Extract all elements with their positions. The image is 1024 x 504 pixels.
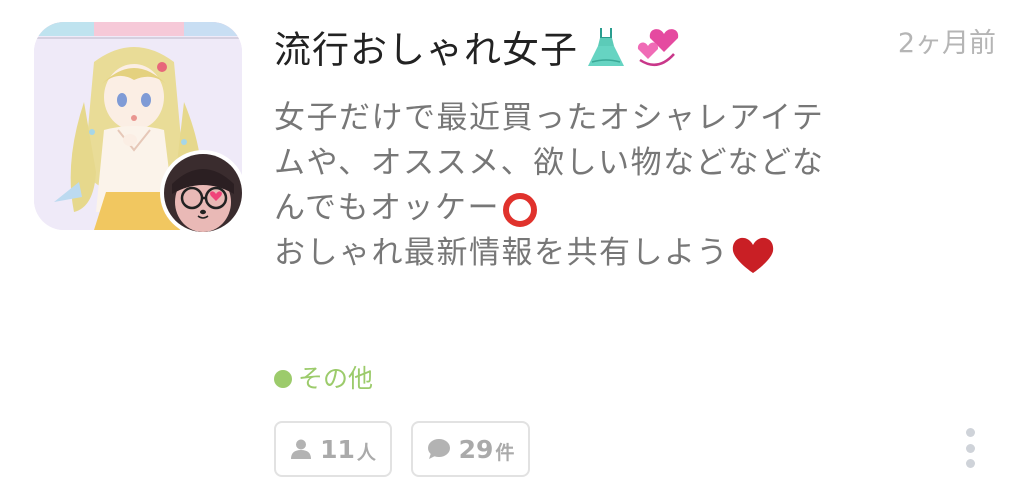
vertical-dots-icon[interactable] — [960, 428, 980, 468]
post-title[interactable]: 流行おしゃれ女子 — [274, 24, 682, 80]
description-line: ムや、オススメ、欲しい物などなどな — [274, 145, 825, 181]
post-title-text: 流行おしゃれ女子 — [274, 28, 578, 72]
speech-bubble-icon — [427, 439, 450, 459]
post-description[interactable]: 女子だけで最近買ったオシャレアイテ ムや、オススメ、欲しい物などなどな んでもオ… — [274, 96, 894, 277]
members-count: 11 — [320, 434, 355, 464]
members-count-button[interactable]: 11 人 — [274, 421, 392, 477]
user-photo-icon — [164, 154, 242, 232]
comments-unit: 件 — [495, 441, 515, 464]
post-timestamp: 2ヶ月前 — [897, 28, 996, 59]
creator-avatar[interactable] — [160, 150, 246, 236]
description-line: 女子だけで最近買ったオシャレアイテ — [274, 100, 825, 136]
red-circle-icon — [500, 190, 540, 227]
dot — [965, 428, 975, 437]
post-card[interactable]: 流行おしゃれ女子 2ヶ月前 女子だけで最近買ったオシャレアイテ ムや、オススメ、… — [0, 0, 1024, 504]
dress-icon — [584, 24, 628, 80]
dot — [965, 443, 975, 453]
revolving-hearts-icon — [634, 24, 682, 80]
category-dot-icon — [274, 370, 292, 388]
comments-count-button[interactable]: 29 件 — [411, 421, 530, 477]
dot — [965, 459, 975, 468]
category-label[interactable]: その他 — [274, 362, 373, 396]
red-heart-icon — [729, 235, 777, 273]
members-unit: 人 — [356, 441, 376, 464]
description-line-text: んでもオッケー — [274, 190, 500, 226]
comments-count: 29 — [458, 434, 494, 464]
person-icon — [291, 439, 312, 459]
category-text: その他 — [298, 364, 374, 393]
description-line-text: おしゃれ最新情報を共有しよう — [274, 235, 729, 271]
description-line-3: んでもオッケー — [274, 186, 894, 231]
description-line-4: おしゃれ最新情報を共有しよう — [274, 231, 894, 277]
